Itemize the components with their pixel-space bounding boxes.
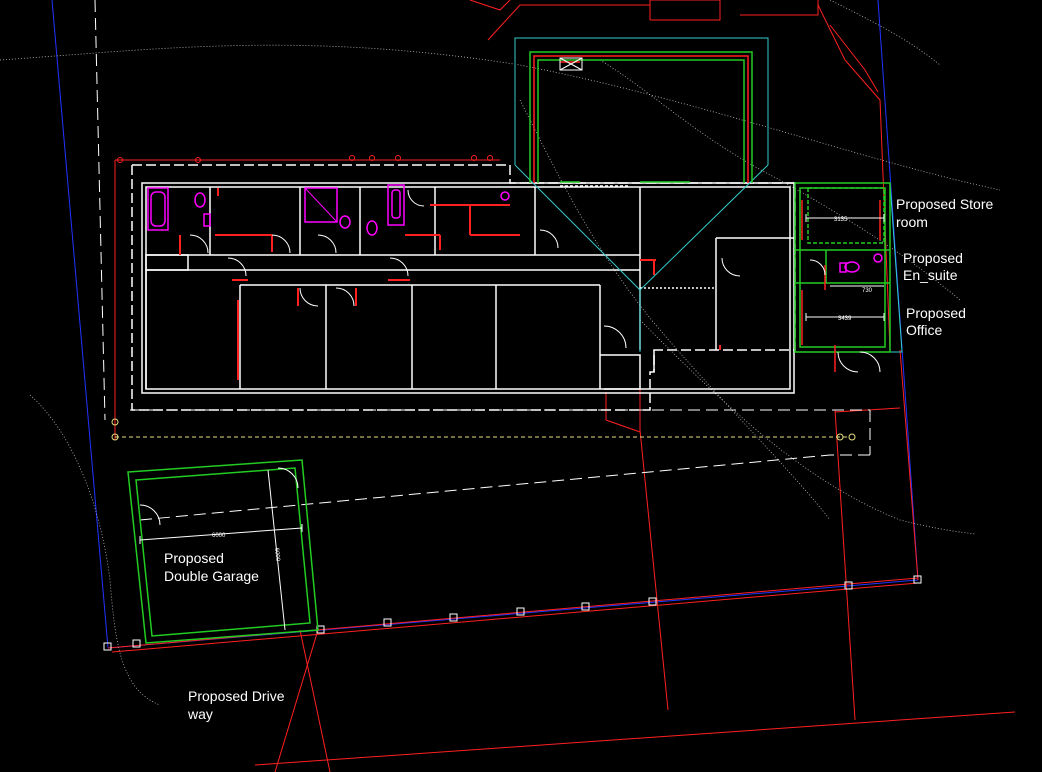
existing-house: [131, 164, 796, 411]
sanitary-fixtures: [147, 184, 510, 236]
proposed-red-linings: [533, 55, 881, 372]
toilet-icon: [339, 215, 351, 229]
door-swings: [189, 189, 741, 349]
toilet-icon: [194, 192, 206, 208]
proposed-walls: [127, 51, 891, 644]
site-plan-drawing: 3135 3439 730 6000 6000 Proposed Store r…: [0, 0, 1016, 772]
office-width-dim: 3439: [838, 316, 852, 322]
ensuite-fixtures: [839, 253, 883, 273]
store-room-label-line1: Proposed Store: [896, 196, 993, 212]
toilet-icon: [844, 261, 860, 273]
proposed-fixtures: [139, 57, 881, 526]
en-suite-label-line1: Proposed: [903, 250, 963, 266]
basin-icon: [873, 253, 883, 263]
store-width-dim: 3135: [834, 217, 848, 223]
en-suite-label-line2: En_suite: [903, 267, 958, 283]
garage-depth-dim: 6000: [273, 548, 280, 563]
drive-label-line1: Proposed Drive: [188, 688, 285, 704]
office-label-line1: Proposed: [906, 305, 966, 321]
wall-accents: [179, 188, 721, 380]
store-room-label-line2: room: [896, 214, 928, 230]
extension-outline: [514, 37, 903, 353]
garage-label-line2: Double Garage: [164, 568, 259, 584]
drive-label-line2: way: [187, 706, 213, 722]
garage-width-dim: 6000: [212, 533, 226, 539]
garage-label-line1: Proposed: [164, 550, 224, 566]
setback-lines: [94, 0, 871, 521]
ensuite-width-dim: 730: [862, 288, 873, 294]
property-lines: [107, 0, 1016, 772]
office-label-line2: Office: [906, 322, 943, 338]
survey-markers-red: [117, 155, 493, 163]
